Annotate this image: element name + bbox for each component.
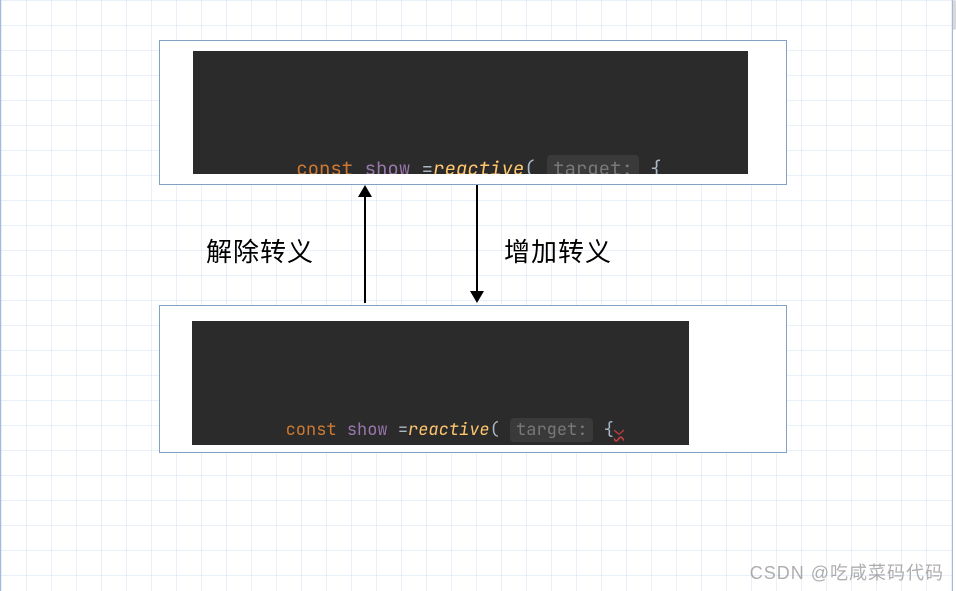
arrow-escape [470, 185, 484, 303]
function: reactive [433, 156, 524, 174]
brace: { [650, 156, 661, 174]
error-marker-icon: ⌄ [614, 419, 624, 441]
code-block-bottom: const show =reactive( target: {⌄ \"a\":1… [192, 321, 689, 445]
paren: ( [524, 156, 535, 174]
arrowhead-up-icon [358, 185, 372, 197]
code-line: const show =reactive( target: { [193, 119, 748, 174]
watermark: CSDN @吃咸菜码代码 [750, 559, 944, 585]
function: reactive [408, 419, 490, 441]
panel-top: const show =reactive( target: { "a":1, "… [159, 40, 787, 185]
label-unescape: 解除转义 [206, 232, 314, 269]
operator: = [422, 156, 433, 174]
keyword: const [296, 156, 353, 174]
param-hint: target: [547, 155, 639, 174]
identifier: show [365, 156, 411, 174]
keyword: const [286, 419, 337, 441]
arrowhead-down-icon [470, 291, 484, 303]
label-escape: 增加转义 [504, 232, 612, 269]
param-hint: target: [510, 418, 593, 442]
arrow-unescape [358, 185, 372, 303]
panel-bottom: const show =reactive( target: {⌄ \"a\":1… [159, 305, 787, 453]
diagram-stage: const show =reactive( target: { "a":1, "… [0, 0, 956, 591]
code-line: const show =reactive( target: {⌄ [192, 385, 689, 445]
code-block-top: const show =reactive( target: { "a":1, "… [193, 51, 748, 174]
identifier: show [347, 419, 388, 441]
